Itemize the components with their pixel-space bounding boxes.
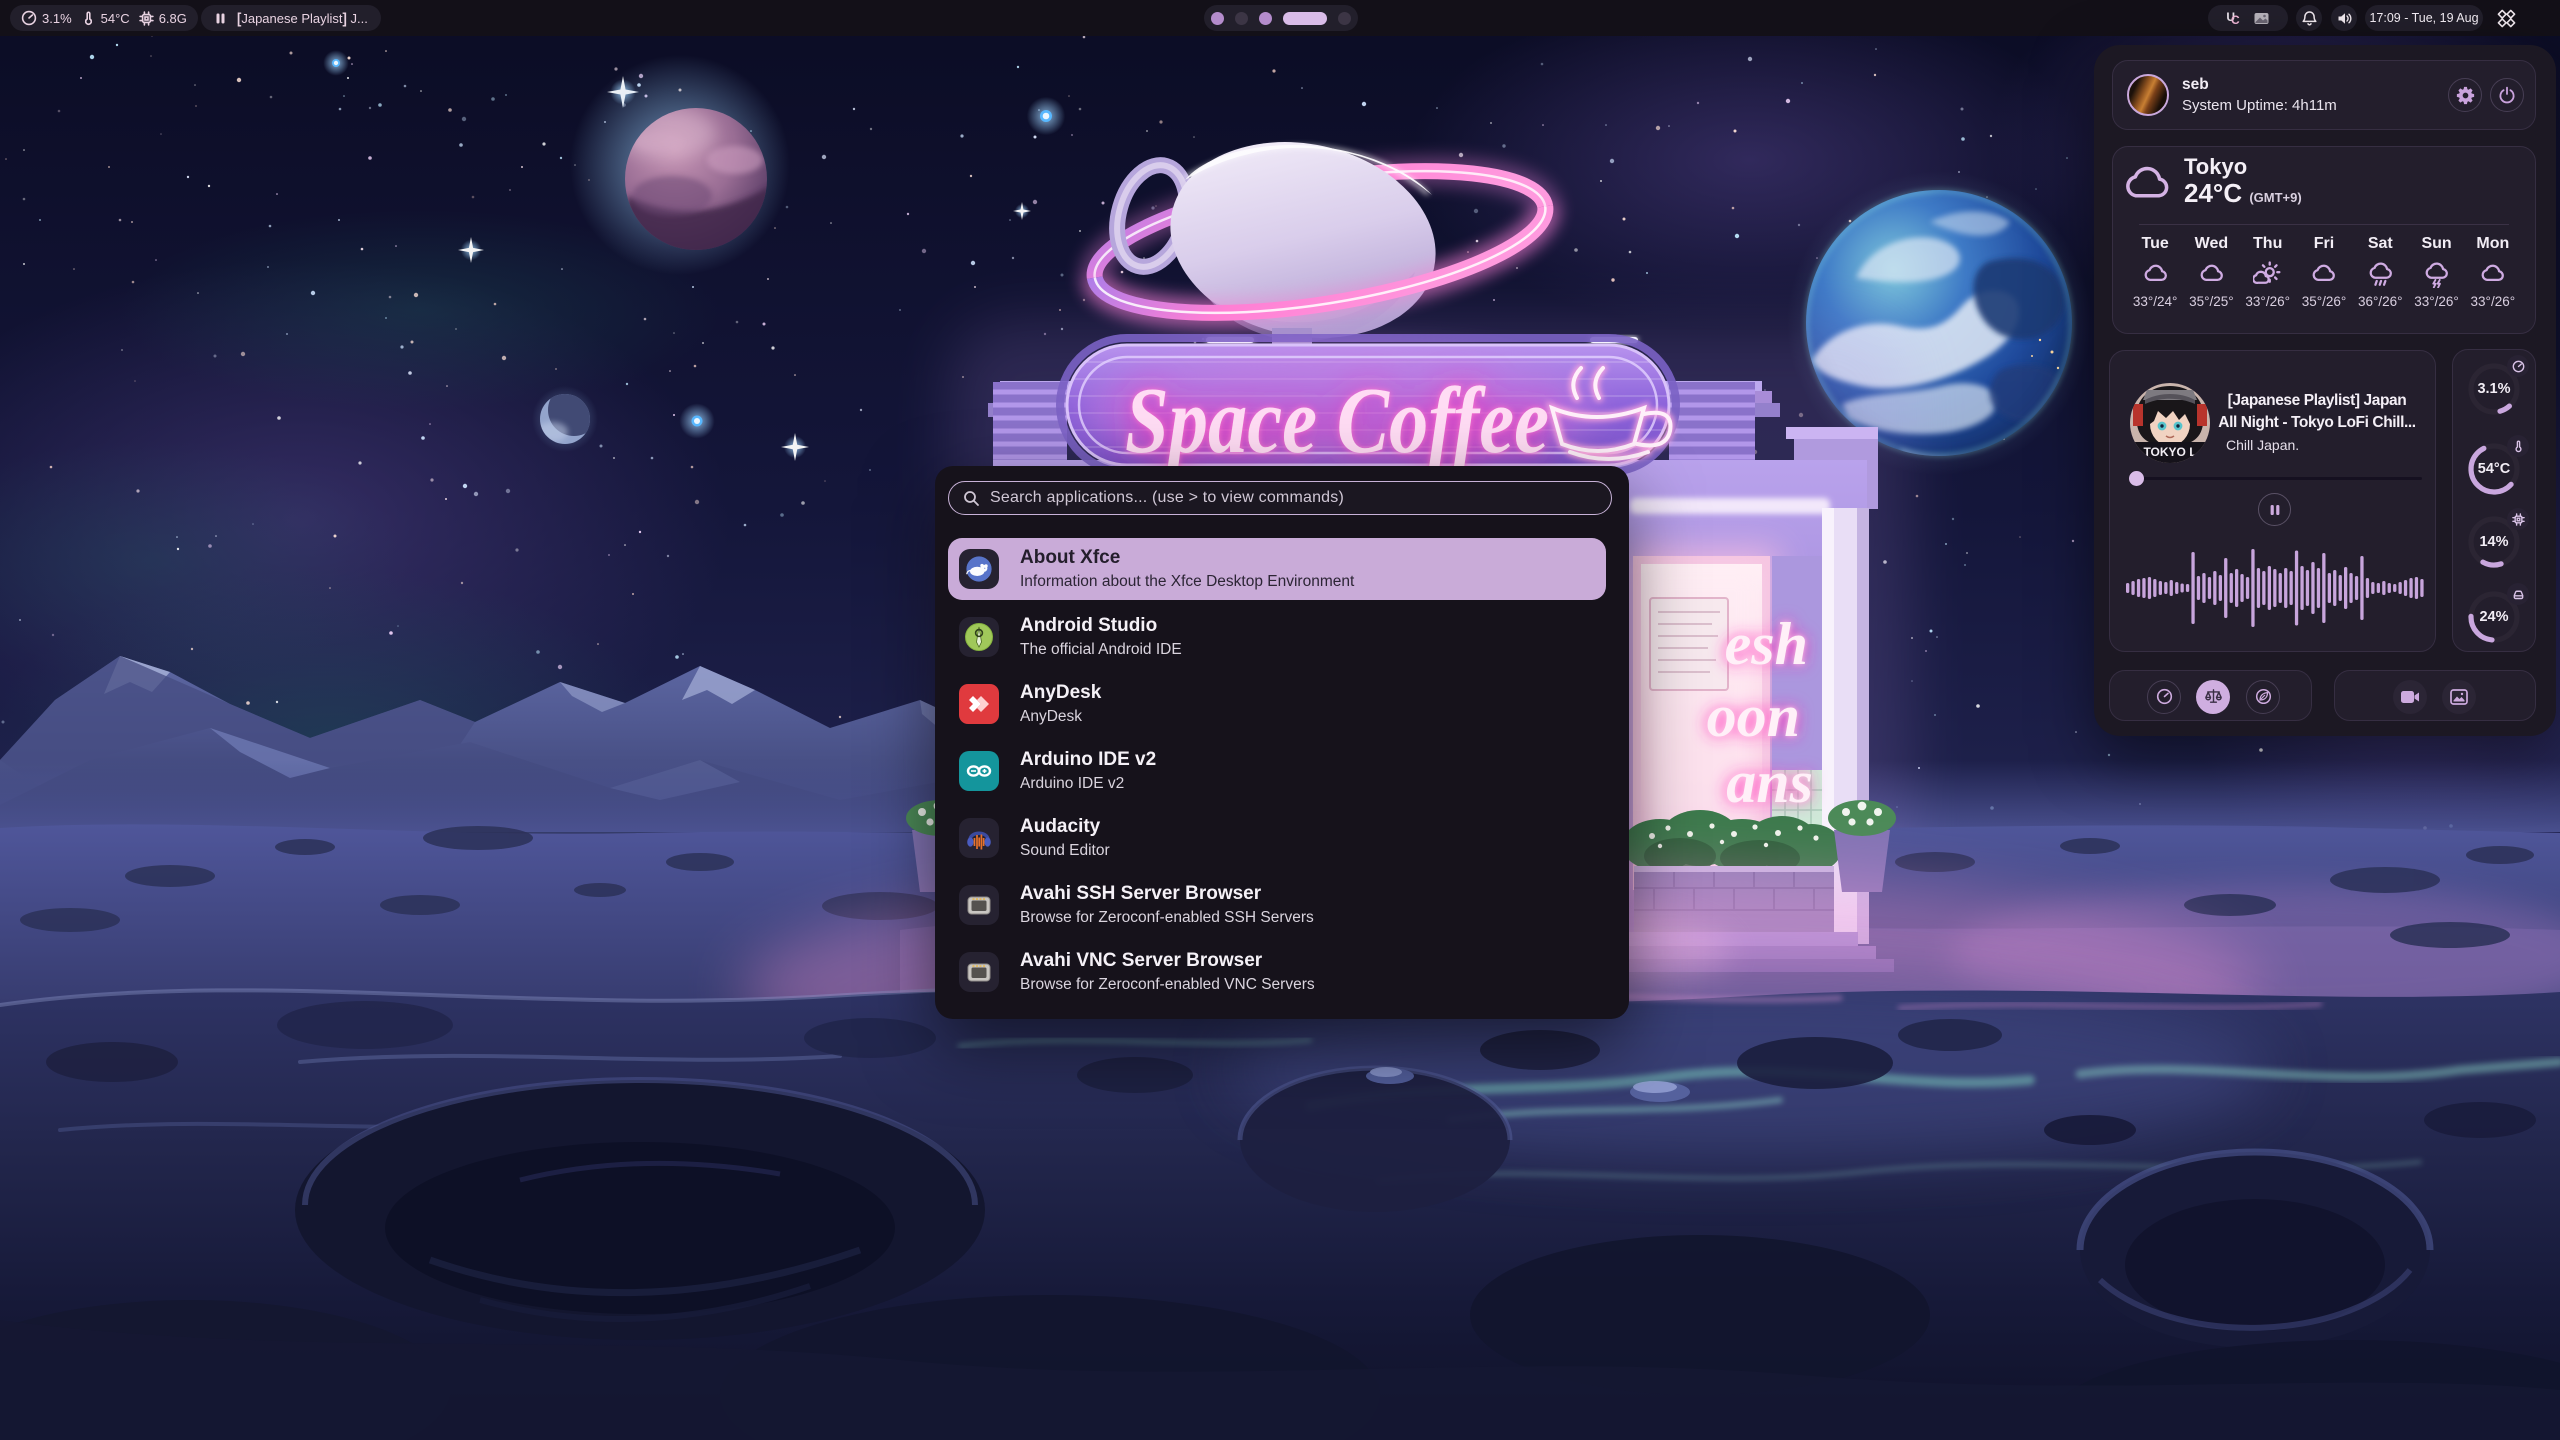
svg-text:esh: esh <box>1725 611 1808 677</box>
svg-text:Space Coffee: Space Coffee <box>1125 369 1549 473</box>
svg-text:oon: oon <box>1707 683 1800 749</box>
svg-text:ans: ans <box>1726 749 1813 815</box>
svg-text:TOKYO L: TOKYO L <box>2143 445 2196 459</box>
